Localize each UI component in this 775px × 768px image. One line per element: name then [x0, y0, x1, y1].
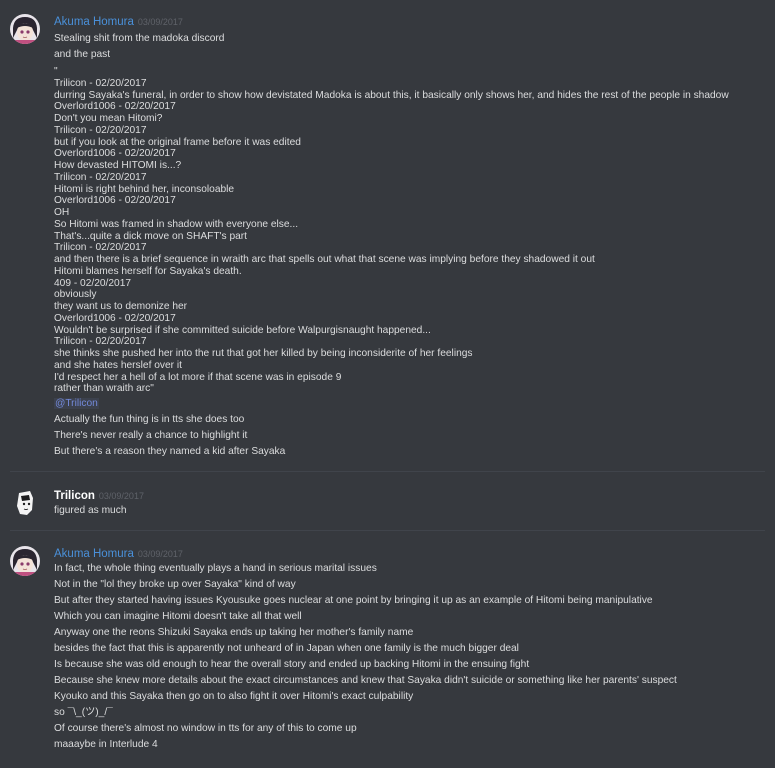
message-line: But there's a reason they named a kid af…: [54, 446, 286, 457]
quote-line: Trilicon - 02/20/2017: [54, 171, 147, 183]
quote-line: Overlord1006 - 02/20/2017: [54, 101, 176, 113]
quote-line: but if you look at the original frame be…: [54, 136, 301, 148]
message-divider: [10, 471, 765, 472]
quote-line: she thinks she pushed her into the rut t…: [54, 348, 473, 359]
message-header: Trilicon 03/09/2017: [54, 487, 144, 503]
message-content: In fact, the whole thing eventually play…: [54, 561, 767, 753]
message-line: so ¯\_(ツ)_/¯: [54, 707, 113, 718]
message-line: @Trilicon: [54, 396, 767, 412]
quote-line: So Hitomi was framed in shadow with ever…: [54, 218, 299, 230]
username[interactable]: Akuma Homura: [54, 548, 134, 560]
quote-line: they want us to demonize her: [54, 301, 188, 312]
quote-line: Trilicon - 02/20/2017: [54, 336, 147, 348]
username[interactable]: Akuma Homura: [54, 16, 134, 28]
message-line: Because she knew more details about the …: [54, 675, 677, 686]
avatar[interactable]: [10, 546, 40, 576]
avatar-akuma-icon: [10, 14, 40, 44]
avatar[interactable]: [10, 488, 40, 518]
message-line: and the past: [54, 49, 111, 60]
message-line: figured as much: [54, 505, 127, 516]
message-line: besides the fact that this is apparently…: [54, 643, 519, 654]
quote-line: and then there is a brief sequence in wr…: [54, 254, 595, 265]
quote-line: Overlord1006 - 02/20/2017: [54, 312, 176, 324]
quote-line: Trilicon - 02/20/2017: [54, 242, 147, 254]
message-line: Is because she was old enough to hear th…: [54, 659, 530, 670]
quote-line: Overlord1006 - 02/20/2017: [54, 195, 176, 207]
message-line: Actually the fun thing is in tts she doe…: [54, 414, 245, 425]
avatar-akuma-icon: [10, 546, 40, 576]
message-line: There's never really a chance to highlig…: [54, 430, 248, 441]
avatar[interactable]: [10, 14, 40, 44]
quote-line: How devasted HITOMI is...?: [54, 160, 182, 171]
message-line: Anyway one the reons Shizuki Sayaka ends…: [54, 627, 414, 638]
quote-line: and she hates herslef over it: [54, 359, 182, 371]
quote-line: Trilicon - 02/20/2017: [54, 77, 147, 89]
quote-line: I'd respect her a hell of a lot more if …: [54, 371, 342, 383]
message-line: Not in the "lol they broke up over Sayak…: [54, 579, 296, 590]
message-line: maaaybe in Interlude 4: [54, 739, 158, 750]
message-content: figured as much: [54, 503, 767, 519]
message-header: Akuma Homura 03/09/2017: [54, 13, 183, 29]
user-mention[interactable]: @Trilicon: [54, 398, 99, 409]
timestamp: 03/09/2017: [137, 549, 183, 559]
message-divider: [10, 530, 765, 531]
quote-line: That's...quite a dick move on SHAFT's pa…: [54, 230, 248, 242]
timestamp: 03/09/2017: [98, 491, 144, 501]
quote-line: obviously: [54, 289, 97, 301]
message-line: Which you can imagine Hitomi doesn't tak…: [54, 611, 302, 622]
message-line: Stealing shit from the madoka discord: [54, 33, 225, 44]
message-header: Akuma Homura 03/09/2017: [54, 545, 183, 561]
quote-line: OH: [54, 207, 70, 218]
quote-line: Hitomi blames herself for Sayaka's death…: [54, 265, 242, 277]
username[interactable]: Trilicon: [54, 490, 95, 502]
quote-line: Overlord1006 - 02/20/2017: [54, 148, 176, 160]
quoted-block: " Trilicon - 02/20/2017 durring Sayaka's…: [54, 66, 767, 395]
message-line: But after they started having issues Kyo…: [54, 595, 653, 606]
quote-line: Wouldn't be surprised if she committed s…: [54, 324, 431, 336]
message-content-after-quote: @Trilicon Actually the fun thing is in t…: [54, 396, 767, 460]
quote-line: Trilicon - 02/20/2017: [54, 124, 147, 136]
timestamp: 03/09/2017: [137, 17, 183, 27]
message-line: Kyouko and this Sayaka then go on to als…: [54, 691, 414, 702]
message-content: Stealing shit from the madoka discord an…: [54, 31, 767, 63]
message-line: Of course there's almost no window in tt…: [54, 723, 357, 734]
quote-line: Don't you mean Hitomi?: [54, 113, 163, 124]
avatar-trilicon-icon: [10, 488, 40, 518]
quote-line: rather than wraith arc": [54, 383, 154, 395]
quote-line: 409 - 02/20/2017: [54, 277, 132, 289]
quote-line: ": [54, 66, 58, 77]
quote-line: durring Sayaka's funeral, in order to sh…: [54, 89, 729, 101]
message-line: In fact, the whole thing eventually play…: [54, 563, 377, 574]
quote-line: Hitomi is right behind her, inconsoloabl…: [54, 183, 235, 195]
